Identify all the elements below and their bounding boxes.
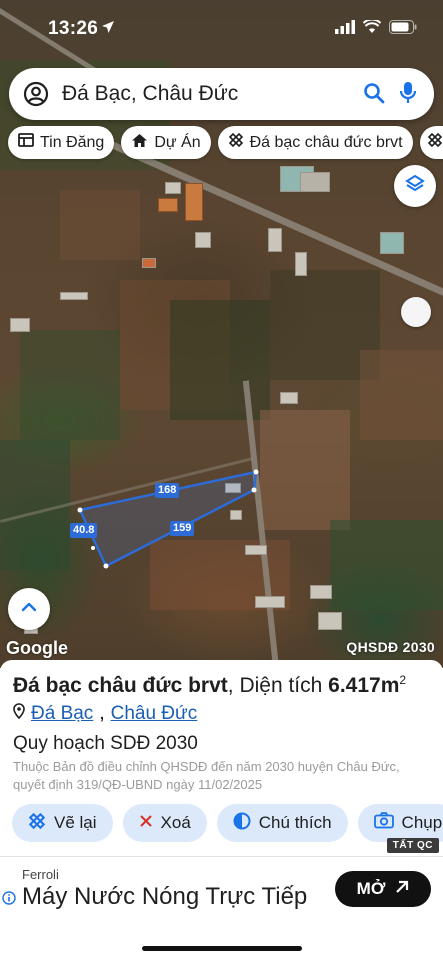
chip-label: Tin Đăng	[40, 133, 105, 151]
account-icon[interactable]	[23, 81, 49, 112]
capture-button[interactable]: Chụp	[357, 804, 443, 842]
plot-dimension-bottom: 159	[170, 521, 195, 536]
filter-chips: Tin Đăng Dự Án Đá bạc châu đức brvt	[8, 126, 443, 159]
status-bar: 13:26	[0, 0, 443, 60]
my-location-button[interactable]	[8, 588, 50, 630]
place-title: Đá bạc châu đức brvt, Diện tích 6.417m2	[13, 673, 406, 698]
location-arrow-icon	[101, 20, 115, 39]
title-separator: ,	[227, 674, 240, 697]
chip-tin-dang[interactable]: Tin Đăng	[8, 126, 115, 159]
plan-title: Quy hoạch SDĐ 2030	[13, 733, 198, 754]
map-handle[interactable]	[401, 297, 431, 327]
home-indicator[interactable]	[142, 946, 302, 951]
action-buttons: Vẽ lại Xoá Chú thích Chụp	[12, 804, 443, 842]
signal-icon	[335, 20, 355, 39]
map-view[interactable]: 168 159 40.8 13:26 Đá Bạc, Châu Đức Tin …	[0, 0, 443, 668]
delete-label: Xoá	[160, 813, 191, 832]
search-icon[interactable]	[362, 81, 386, 110]
ad-banner[interactable]: Ferroli Máy Nước Nóng Trực Tiếp MỞ	[0, 856, 443, 926]
area-unit: 2	[399, 673, 407, 687]
ad-title: Máy Nước Nóng Trực Tiếp	[22, 883, 308, 910]
capture-label: Chụp	[401, 813, 443, 832]
status-icons	[335, 18, 417, 39]
legend-label: Chú thích	[258, 813, 332, 832]
description-line: quyết định 319/QĐ-UBND ngày 11/02/2025	[13, 777, 263, 792]
ad-brand: Ferroli	[22, 867, 59, 882]
pin-icon	[13, 703, 25, 725]
redraw-icon	[28, 812, 46, 835]
plot-dimension-top: 168	[155, 483, 180, 498]
planning-icon	[427, 132, 443, 153]
contrast-icon	[233, 812, 251, 835]
home-icon	[131, 133, 148, 153]
legend-button[interactable]: Chú thích	[216, 804, 348, 842]
area-value: 6.417m	[328, 674, 400, 697]
hide-ads-label[interactable]: TẤT QC	[386, 838, 439, 853]
battery-icon	[389, 20, 417, 39]
ad-open-button[interactable]: MỞ	[335, 871, 431, 907]
search-input[interactable]: Đá Bạc, Châu Đức	[62, 82, 238, 106]
chip-label: Đá bạc châu đức brvt	[249, 133, 403, 151]
layers-button[interactable]	[394, 165, 436, 207]
wifi-icon	[362, 18, 382, 39]
location-link-ward[interactable]: Đá Bạc	[31, 703, 93, 725]
redraw-button[interactable]: Vẽ lại	[12, 804, 113, 842]
info-icon[interactable]	[2, 891, 16, 910]
chip-du-an[interactable]: Dự Án	[121, 126, 211, 159]
location-row: Đá Bạc, Châu Đức	[13, 703, 197, 725]
location-link-district[interactable]: Châu Đức	[111, 703, 198, 725]
news-icon	[18, 133, 34, 152]
arrow-up-right-icon	[395, 879, 409, 899]
description-line: Thuộc Bản đồ điều chỉnh QHSDĐ đến năm 20…	[13, 759, 400, 774]
microphone-icon[interactable]	[398, 80, 418, 111]
layers-icon	[404, 173, 426, 200]
place-sheet: Đá bạc châu đức brvt, Diện tích 6.417m2 …	[0, 660, 443, 960]
plan-description: Thuộc Bản đồ điều chỉnh QHSDĐ đến năm 20…	[13, 758, 443, 794]
chevron-up-icon	[21, 600, 37, 618]
search-bar[interactable]: Đá Bạc, Châu Đức	[9, 68, 434, 120]
plot-dimension-left: 40.8	[70, 523, 98, 538]
google-logo: Google	[6, 638, 68, 658]
area-prefix: Diện tích	[239, 674, 323, 697]
chip-da-bac[interactable]: Đá bạc châu đức brvt	[217, 126, 413, 159]
place-name: Đá bạc châu đức brvt	[13, 674, 228, 697]
location-separator: ,	[99, 703, 105, 724]
planning-icon	[228, 132, 244, 153]
delete-button[interactable]: Xoá	[122, 804, 207, 842]
status-time: 13:26	[48, 18, 99, 39]
redraw-label: Vẽ lại	[54, 813, 97, 832]
chip-label: Dự Án	[154, 133, 201, 151]
ad-open-label: MỞ	[356, 879, 386, 898]
close-icon	[139, 813, 153, 833]
overlay-label: QHSDĐ 2030	[346, 639, 435, 655]
camera-icon	[373, 812, 394, 834]
chip-partial[interactable]	[419, 126, 443, 159]
